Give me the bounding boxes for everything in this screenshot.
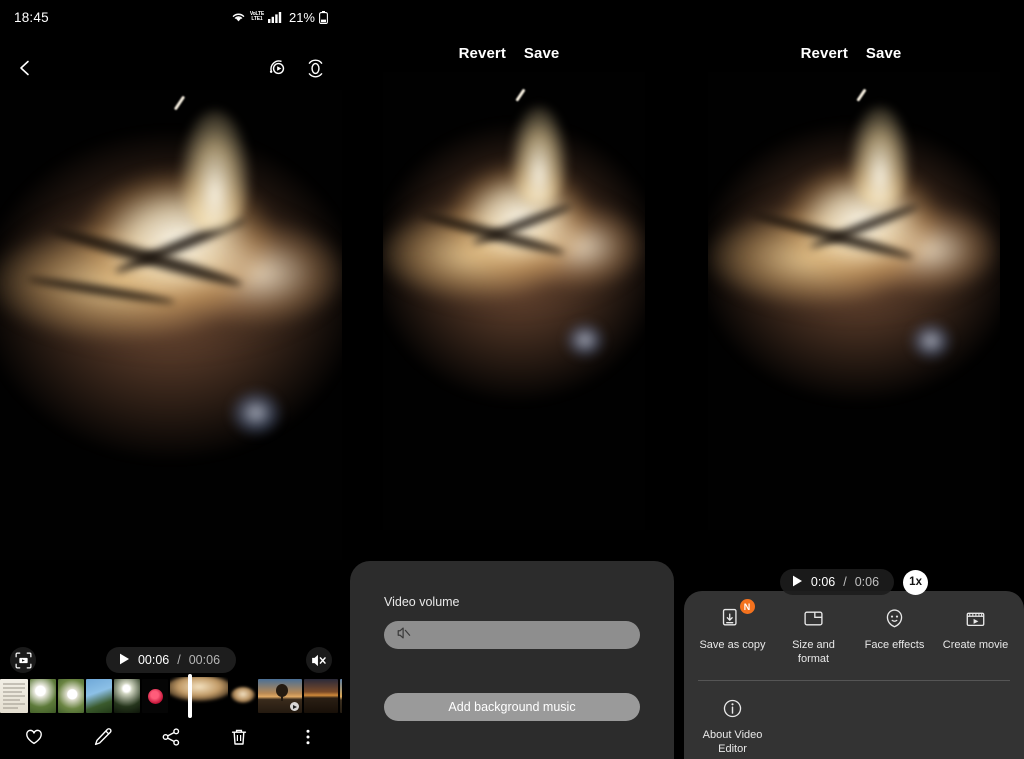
wifi-icon — [231, 11, 246, 23]
playback-time-pill[interactable]: 0:06 / 0:06 — [780, 569, 894, 595]
editor-more-menu: N Save as copy Size and format — [684, 591, 1024, 759]
list-item[interactable] — [58, 679, 84, 713]
list-item[interactable] — [0, 679, 28, 713]
revert-button[interactable]: Revert — [459, 45, 506, 62]
app-root: 18:45 VoLTELTE1 — [0, 0, 1024, 759]
size-format-icon — [801, 605, 827, 631]
video-preview-mid[interactable] — [383, 72, 645, 530]
fire-scene-right — [708, 72, 1000, 530]
menu-item-label: Create movie — [943, 638, 1008, 652]
total-time-label: 0:06 — [855, 575, 879, 589]
viewer-playbar: 00:06 / 00:06 — [0, 643, 342, 677]
list-item[interactable] — [304, 679, 338, 713]
info-icon — [720, 695, 746, 721]
fire-scene-left — [0, 90, 342, 560]
list-item[interactable] — [142, 679, 168, 713]
menu-row-primary: N Save as copy Size and format — [684, 605, 1024, 666]
save-button[interactable]: Save — [524, 45, 559, 62]
menu-item-save-as-copy[interactable]: N Save as copy — [692, 605, 773, 652]
video-preview-right[interactable] — [708, 72, 1000, 530]
editor-header-mid: Revert Save — [342, 38, 684, 68]
viewer-topbar — [0, 46, 342, 90]
volte-icon: VoLTELTE1 — [250, 12, 264, 22]
menu-item-label: Save as copy — [699, 638, 765, 652]
signal-bars-icon — [268, 11, 282, 23]
menu-item-about-video-editor[interactable]: About Video Editor — [692, 695, 773, 756]
video-indicator-icon — [290, 702, 299, 711]
video-capture-icon[interactable] — [10, 647, 36, 673]
back-chevron-icon[interactable] — [16, 59, 34, 77]
list-item[interactable] — [258, 679, 302, 713]
menu-item-label: Size and format — [775, 638, 852, 666]
menu-item-label: About Video Editor — [694, 728, 771, 756]
menu-item-size-and-format[interactable]: Size and format — [773, 605, 854, 666]
mute-speaker-icon — [396, 626, 412, 645]
save-button[interactable]: Save — [866, 45, 901, 62]
list-item[interactable] — [170, 677, 228, 715]
share-icon[interactable] — [161, 727, 181, 747]
filmstrip-cursor[interactable] — [188, 674, 192, 718]
battery-percent-label: 21% — [289, 10, 315, 25]
filmstrip[interactable] — [0, 677, 342, 715]
play-icon[interactable] — [119, 653, 130, 668]
status-bar: 18:45 VoLTELTE1 — [0, 0, 342, 34]
viewer-toolbar — [0, 715, 342, 759]
video-volume-label: Video volume — [384, 595, 640, 609]
mute-icon[interactable] — [306, 647, 332, 673]
list-item[interactable] — [340, 679, 342, 713]
playback-speed-badge[interactable]: 1x — [903, 570, 928, 595]
current-time-label: 0:06 — [811, 575, 835, 589]
new-badge: N — [740, 599, 755, 614]
list-item[interactable] — [30, 679, 56, 713]
time-separator: / — [177, 653, 180, 667]
battery-icon — [319, 11, 328, 24]
list-item[interactable] — [114, 679, 140, 713]
photo-viewer-image[interactable] — [0, 90, 342, 560]
face-effects-icon — [882, 605, 908, 631]
heart-icon[interactable] — [24, 727, 44, 747]
time-separator: / — [843, 575, 846, 589]
menu-item-label: Face effects — [865, 638, 925, 652]
status-time: 18:45 — [14, 10, 49, 25]
add-background-music-button[interactable]: Add background music — [384, 693, 640, 721]
fire-scene-mid — [383, 72, 645, 530]
panel-gallery-viewer: 18:45 VoLTELTE1 — [0, 0, 342, 759]
current-time-label: 00:06 — [138, 653, 169, 667]
revert-button[interactable]: Revert — [801, 45, 848, 62]
remaster-icon[interactable] — [305, 58, 326, 79]
save-copy-icon: N — [720, 605, 746, 631]
menu-row-secondary: About Video Editor — [684, 681, 1024, 756]
play-icon[interactable] — [792, 575, 803, 590]
trash-icon[interactable] — [229, 727, 249, 747]
list-item[interactable] — [86, 679, 112, 713]
pencil-icon[interactable] — [93, 727, 113, 747]
editor-playbar: 0:06 / 0:06 1x — [684, 568, 1024, 596]
list-item[interactable] — [230, 679, 256, 713]
more-vertical-icon[interactable] — [298, 727, 318, 747]
menu-item-face-effects[interactable]: Face effects — [854, 605, 935, 652]
video-volume-sheet: Video volume Add background music — [350, 561, 674, 759]
editor-header-right: Revert Save — [684, 38, 1024, 68]
total-time-label: 00:06 — [189, 653, 220, 667]
menu-item-create-movie[interactable]: Create movie — [935, 605, 1016, 652]
create-movie-icon — [963, 605, 989, 631]
video-volume-slider[interactable] — [384, 621, 640, 649]
playback-time-pill[interactable]: 00:06 / 00:06 — [106, 647, 236, 673]
motion-photo-icon[interactable] — [268, 58, 289, 79]
status-icons: VoLTELTE1 21% — [231, 10, 328, 25]
